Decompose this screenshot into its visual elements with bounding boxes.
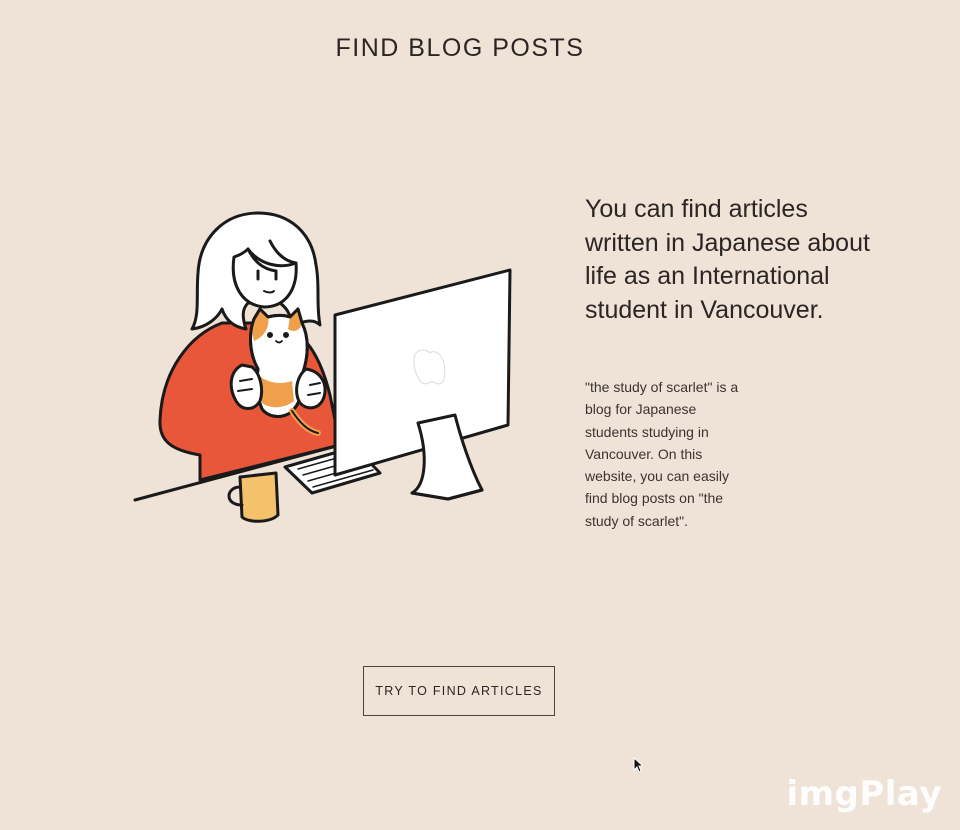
hero-headline: You can find articles written in Japanes… xyxy=(585,195,870,324)
hero-description: "the study of scarlet" is a blog for Jap… xyxy=(585,379,739,529)
try-to-find-articles-button[interactable]: TRY TO FIND ARTICLES xyxy=(363,666,555,716)
mouse-pointer-icon xyxy=(633,757,643,773)
imgplay-watermark: imgPlay xyxy=(786,774,942,814)
page-title: FIND BLOG POSTS xyxy=(335,34,585,62)
person-with-cat-at-computer-illustration xyxy=(133,211,512,523)
